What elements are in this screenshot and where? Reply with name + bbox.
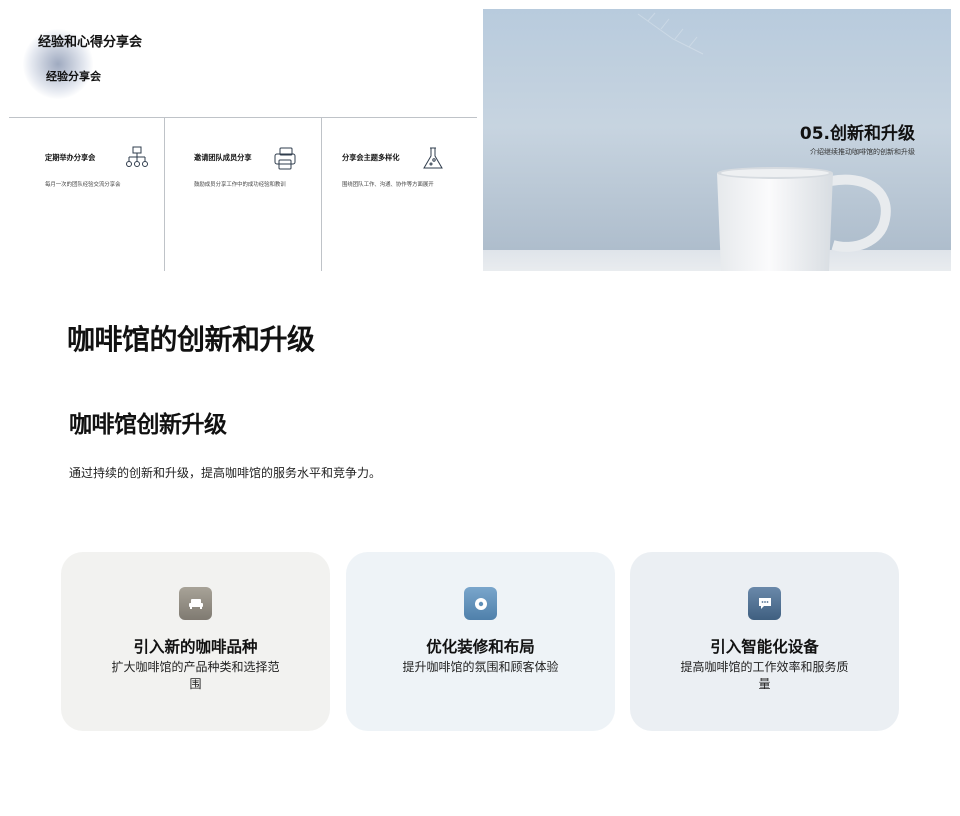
divider xyxy=(164,117,165,271)
card-title: 引入智能化设备 xyxy=(710,638,819,656)
item-desc: 鼓励成员分享工作中的成功经验和教训 xyxy=(194,182,286,188)
org-chart-icon xyxy=(126,146,148,167)
card-desc: 提高咖啡馆的工作效率和服务质量 xyxy=(680,660,849,691)
record-icon xyxy=(464,587,497,620)
cover-subtitle: 介绍继续推动咖啡馆的创新和升级 xyxy=(810,148,915,156)
leaf-shadow-decoration xyxy=(637,12,704,55)
card-desc: 提升咖啡馆的氛围和顾客体验 xyxy=(402,660,559,674)
item-title: 邀请团队成员分享 xyxy=(194,153,252,162)
coffee-mug-image xyxy=(717,167,891,271)
card-title: 引入新的咖啡品种 xyxy=(133,638,258,656)
feature-card-smart-devices: 引入智能化设备 提高咖啡馆的工作效率和服务质量 xyxy=(630,552,899,731)
divider xyxy=(9,117,477,118)
divider xyxy=(321,117,322,271)
slide-title: 经验和心得分享会 xyxy=(38,35,143,50)
item-desc: 每月一次的团队经验交流分享会 xyxy=(45,182,121,188)
item-desc: 围绕团队工作、沟通、协作等方面展开 xyxy=(342,182,434,188)
item-title: 分享会主题多样化 xyxy=(342,153,400,162)
flask-icon xyxy=(423,147,443,169)
slide-innovation-cover: 05.创新和升级 介绍继续推动咖啡馆的创新和升级 xyxy=(483,9,951,271)
chat-bubble-icon xyxy=(748,587,781,620)
printer-icon xyxy=(274,147,296,170)
sofa-icon xyxy=(179,587,212,620)
section-description: 通过持续的创新和升级，提高咖啡馆的服务水平和竞争力。 xyxy=(69,466,382,480)
card-desc: 扩大咖啡馆的产品种类和选择范围 xyxy=(111,660,280,691)
slide-subtitle: 经验分享会 xyxy=(46,70,101,83)
page-title: 咖啡馆的创新和升级 xyxy=(67,323,315,356)
item-title: 定期举办分享会 xyxy=(45,153,96,162)
slide-experience-sharing: 经验和心得分享会 经验分享会 定期举办分享会 每月一次的团队经验交流分享会 邀请… xyxy=(9,9,477,271)
card-title: 优化装修和布局 xyxy=(426,638,535,656)
section-title: 咖啡馆创新升级 xyxy=(69,412,227,438)
feature-card-new-coffee: 引入新的咖啡品种 扩大咖啡馆的产品种类和选择范围 xyxy=(61,552,330,731)
feature-card-decoration: 优化装修和布局 提升咖啡馆的氛围和顾客体验 xyxy=(346,552,615,731)
cover-title: 05.创新和升级 xyxy=(799,124,915,144)
